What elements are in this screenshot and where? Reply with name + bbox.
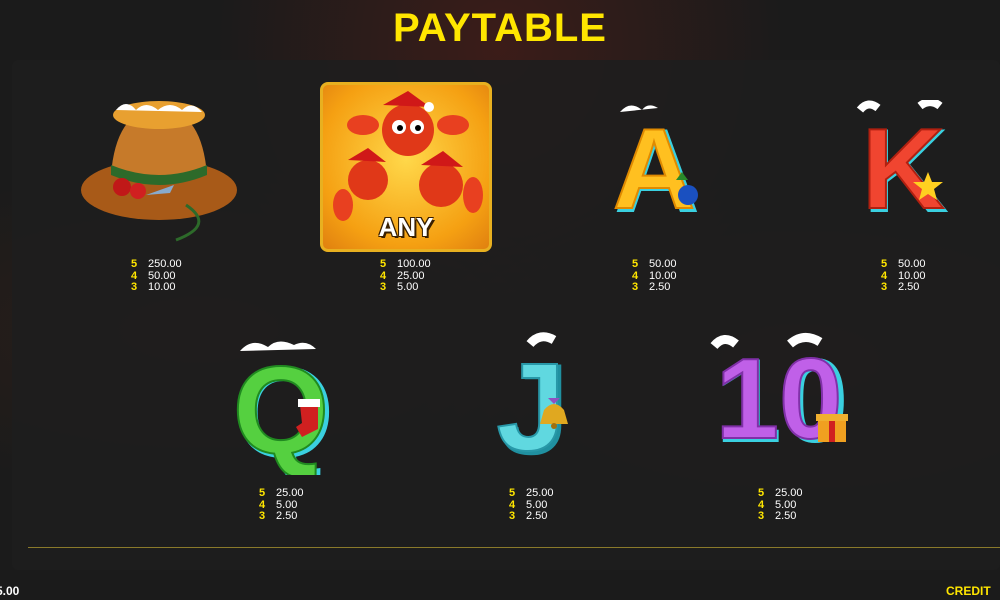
- balance-value: 5.00: [0, 584, 20, 598]
- letter-a-symbol-icon: A A: [612, 104, 701, 225]
- svg-text:K: K: [862, 106, 944, 225]
- letter-j-symbol-icon: J J: [496, 332, 570, 474]
- pay-row: 3 2.50: [509, 510, 548, 522]
- svg-text:A: A: [613, 106, 695, 225]
- paytable-letter-a: 5 50.00 4 10.00 3 2.50: [632, 258, 677, 294]
- lobster-any-symbol: ANY: [320, 82, 492, 252]
- divider: [28, 547, 1000, 548]
- letter-k-symbol-icon: K K: [856, 100, 949, 225]
- pay-row: 5 25.00: [509, 487, 554, 499]
- paytable-lobster-any: 5 100.00 4 25.00 3 5.00: [380, 258, 431, 294]
- pay-row: 3 2.50: [259, 510, 298, 522]
- letter-q-symbol-icon: Q Q: [232, 339, 335, 475]
- pay-row: 5 250.00: [131, 258, 182, 270]
- wild-any-label: ANY: [378, 212, 434, 242]
- paytable-letter-k: 5 50.00 4 10.00 3 2.50: [881, 258, 926, 294]
- bucket-hat-symbol-icon: [81, 101, 237, 242]
- pay-row: 3 2.50: [632, 281, 671, 293]
- paytable-letter-q: 5 25.00 4 5.00 3 2.50: [259, 487, 304, 523]
- paytable-letter-j: 5 25.00 4 5.00 3 2.50: [509, 487, 554, 523]
- page-title: PAYTABLE: [393, 6, 607, 50]
- paytable-bucket-hat: 5 250.00 4 50.00 3 10.00: [131, 258, 182, 294]
- pay-row: 3 2.50: [758, 510, 797, 522]
- pay-row: 5 50.00: [632, 258, 677, 270]
- pay-row: 5 100.00: [380, 258, 431, 270]
- pay-row: 3 2.50: [881, 281, 920, 293]
- pay-row: 5 50.00: [881, 258, 926, 270]
- pay-row: 5 25.00: [259, 487, 304, 499]
- paytable-number-10: 5 25.00 4 5.00 3 2.50: [758, 487, 803, 523]
- pay-row: 5 25.00: [758, 487, 803, 499]
- number-10-symbol-icon: 10 10: [710, 333, 849, 458]
- credit-label: CREDIT: [946, 584, 991, 598]
- pay-row: 3 5.00: [380, 281, 419, 293]
- pay-row: 3 10.00: [131, 281, 176, 293]
